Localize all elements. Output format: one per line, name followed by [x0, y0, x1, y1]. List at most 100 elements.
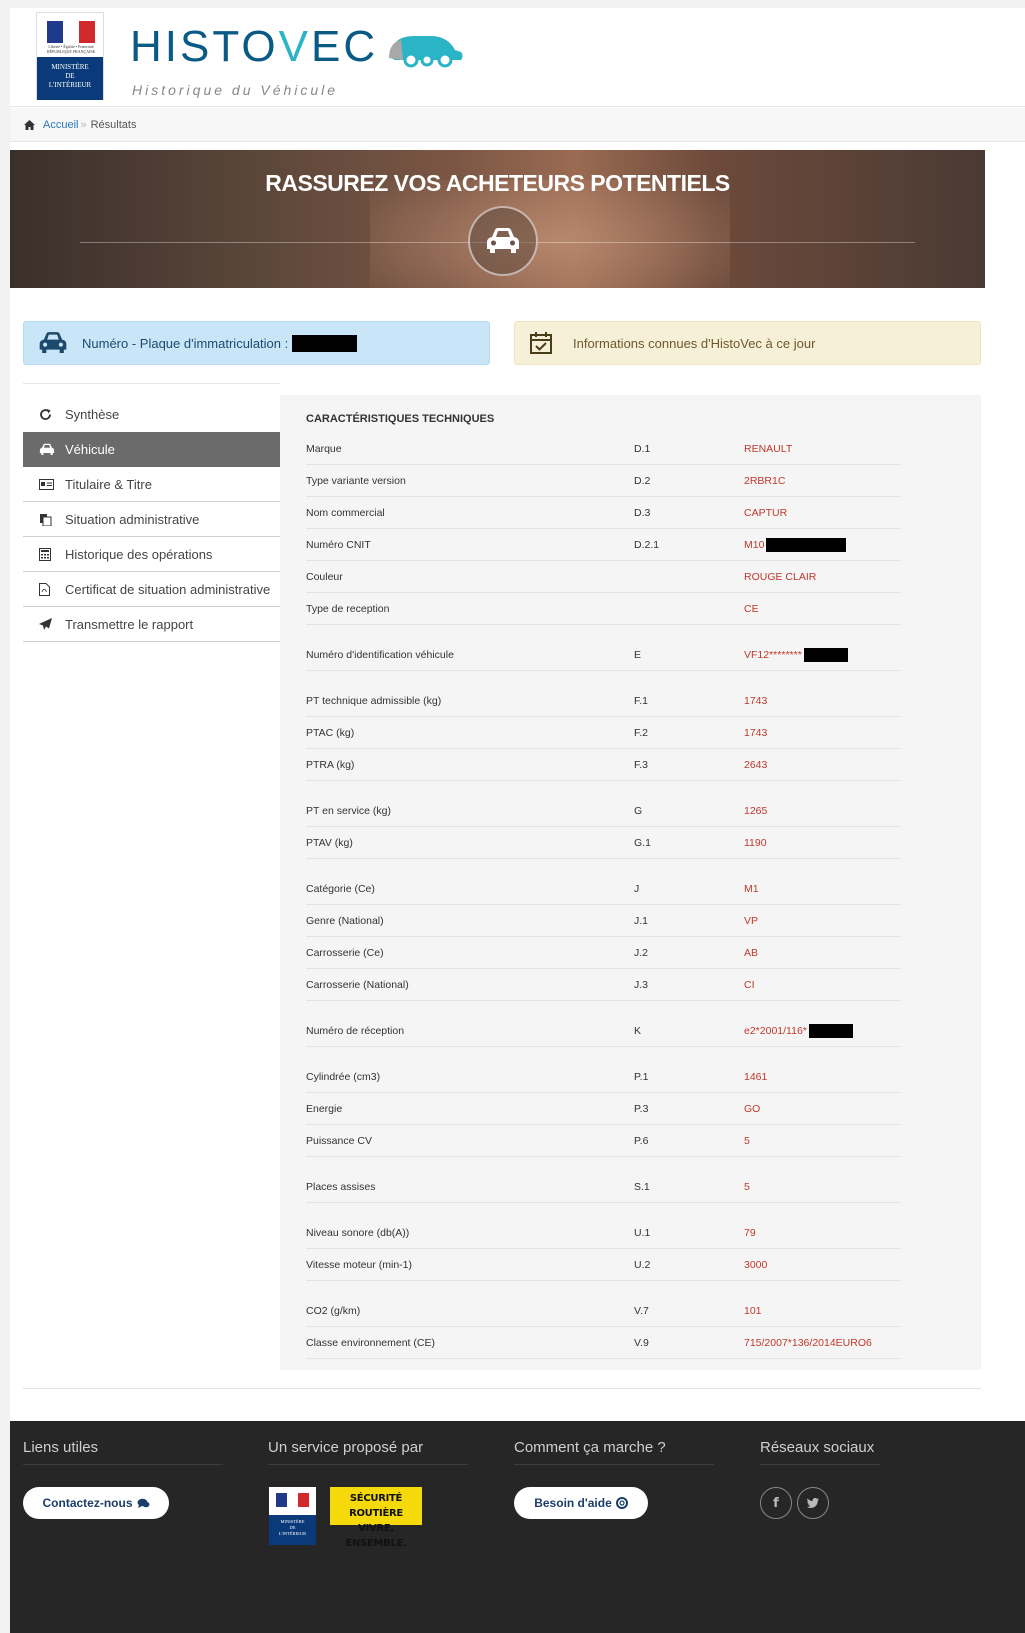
help-button[interactable]: Besoin d'aide [514, 1487, 648, 1519]
histovec-logo[interactable]: HISTOVEC Historique du Véhicule [130, 22, 475, 100]
table-row: Type variante version D.2 2RBR1C [306, 465, 901, 497]
logo-ministry-line: L'INTÉRIEUR [48, 81, 92, 89]
nav-item-vehicule[interactable]: Véhicule [23, 432, 280, 467]
page: Liberté • Égalité • Fraternité RÉPUBLIQU… [10, 8, 1025, 1633]
facebook-icon[interactable]: f [760, 1487, 792, 1519]
redaction-block [809, 1024, 853, 1038]
nav-item-label: Certificat de situation administrative [65, 581, 271, 597]
row-label: Places assises [306, 1181, 376, 1193]
hero-car-badge [468, 206, 538, 276]
refresh-icon [39, 408, 65, 421]
row-value: 79 [744, 1227, 756, 1239]
row-code: D.3 [634, 507, 651, 519]
table-row: Catégorie (Ce) J M1 [306, 873, 901, 905]
row-code: P.1 [634, 1071, 649, 1083]
paper-plane-icon [39, 617, 65, 631]
footer-col-title: Un service proposé par [268, 1439, 468, 1465]
content-divider [23, 1388, 981, 1389]
table-row: Numéro de réception Ke2*2001/116* [306, 1015, 901, 1047]
home-icon[interactable] [24, 119, 35, 130]
row-value: CI [744, 979, 755, 991]
brand-car-icon [389, 36, 463, 68]
redaction-block [766, 538, 846, 552]
row-value: M1 [744, 883, 759, 895]
row-value: GO [744, 1103, 761, 1115]
row-value: 101 [744, 1305, 762, 1317]
info-banner: Informations connues d'HistoVec à ce jou… [514, 321, 981, 365]
logo-ministry-line: L'INTÉRIEUR [278, 1531, 307, 1536]
row-code: V.7 [634, 1305, 649, 1317]
table-row: CO2 (g/km) V.7 101 [306, 1295, 901, 1327]
nav-item-certificat[interactable]: Certificat de situation administrative [23, 572, 280, 607]
footer-col-links: Liens utiles [23, 1439, 223, 1465]
table-row: Cylindrée (cm3) P.1 1461 [306, 1061, 901, 1093]
contact-button[interactable]: Contactez-nous [23, 1487, 169, 1519]
ministry-logo[interactable]: Liberté • Égalité • Fraternité RÉPUBLIQU… [36, 12, 104, 100]
id-card-icon [39, 478, 65, 490]
table-row: Puissance CV P.6 5 [306, 1125, 901, 1157]
row-value: VF12******** [744, 649, 802, 661]
row-value: 1461 [744, 1071, 768, 1083]
nav-item-synthese[interactable]: Synthèse [23, 397, 280, 432]
nav-item-titulaire[interactable]: Titulaire & Titre [23, 467, 280, 502]
section-title: CARACTÉRISTIQUES TECHNIQUES [306, 413, 495, 425]
row-code: J.1 [634, 915, 649, 927]
table-row: Classe environnement (CE) V.9 715/2007*136… [306, 1327, 901, 1359]
nav-item-historique[interactable]: Historique des opérations [23, 537, 280, 572]
ministry-logo-small[interactable]: MINISTÈRE DE L'INTÉRIEUR [269, 1487, 316, 1545]
row-value: AB [744, 947, 759, 959]
nav-item-label: Situation administrative [65, 511, 200, 527]
table-row: Genre (National) J.1 VP [306, 905, 901, 937]
row-label: Energie [306, 1103, 343, 1115]
row-label: PT en service (kg) [306, 805, 391, 817]
nav-item-situation[interactable]: Situation administrative [23, 502, 280, 537]
nav-item-label: Transmettre le rapport [65, 616, 194, 632]
row-value: 1743 [744, 727, 768, 739]
twitter-icon[interactable] [797, 1487, 829, 1519]
row-label: PTAV (kg) [306, 837, 353, 849]
row-code: D.1 [634, 443, 651, 455]
footer-col-service: Un service proposé par [268, 1439, 468, 1465]
row-code: S.1 [634, 1181, 650, 1193]
row-code: E [634, 649, 642, 661]
row-code: V.9 [634, 1337, 649, 1349]
row-code: F.1 [634, 695, 649, 707]
logo-republic-text: Liberté • Égalité • Fraternité RÉPUBLIQU… [46, 44, 96, 54]
table-row: Carrosserie (Ce) J.2 AB [306, 937, 901, 969]
table-row: Numéro d'identification véhicule E VF12***… [306, 639, 901, 671]
row-label: Couleur [306, 571, 343, 583]
brand-subtitle: Historique du Véhicule [132, 82, 339, 98]
row-label: Nom commercial [306, 507, 385, 519]
table-row: Vitesse moteur (min-1) U.2 3000 [306, 1249, 901, 1281]
row-label: Classe environnement (CE) [306, 1337, 435, 1349]
breadcrumb-home-link[interactable]: Accueil [43, 119, 78, 131]
row-value: 2RBR1C [744, 475, 786, 487]
row-value: CE [744, 603, 759, 615]
breadcrumb: Accueil » Résultats [10, 108, 1025, 142]
row-value: RENAULT [744, 443, 793, 455]
table-row: Numéro CNIT D.2.1 M10 [306, 529, 901, 561]
lifebuoy-icon [615, 1497, 628, 1509]
nav-item-transmettre[interactable]: Transmettre le rapport [23, 607, 280, 642]
row-label: Numéro CNIT [306, 539, 371, 551]
row-code: D.2 [634, 475, 651, 487]
row-label: Numéro de réception [306, 1025, 405, 1037]
plate-number-redacted [292, 334, 358, 352]
plate-label: Numéro - Plaque d'immatriculation : [82, 335, 289, 351]
row-label: Catégorie (Ce) [306, 883, 375, 895]
help-label: Besoin d'aide [534, 1496, 612, 1510]
table-row: PT en service (kg) G 1265 [306, 795, 901, 827]
browser-frame: Liberté • Égalité • Fraternité RÉPUBLIQU… [0, 0, 1025, 1633]
row-value: 1743 [744, 695, 768, 707]
footer-col-title: Réseaux sociaux [760, 1439, 880, 1465]
nav-item-label: Véhicule [65, 441, 115, 457]
row-code: J.3 [634, 979, 649, 991]
hero-banner: RASSUREZ VOS ACHETEURS POTENTIELS [10, 150, 985, 288]
table-row: PTAC (kg) F.2 1743 [306, 717, 901, 749]
row-label: Marque [306, 443, 342, 455]
row-label: Puissance CV [306, 1135, 372, 1147]
securite-routiere-logo[interactable]: SÉCURITÉ ROUTIÈRE VIVRE, ENSEMBLE. [330, 1487, 422, 1549]
row-label: Type de reception [306, 603, 390, 615]
car-icon [39, 443, 65, 456]
securite-line: VIVRE, ENSEMBLE. [345, 1523, 407, 1549]
